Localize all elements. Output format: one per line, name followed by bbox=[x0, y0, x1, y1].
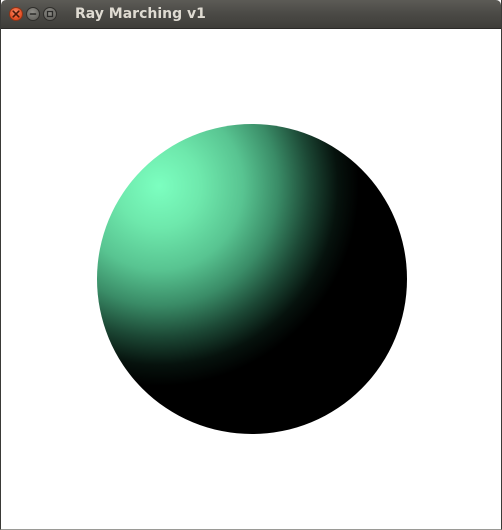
maximize-button[interactable] bbox=[43, 7, 57, 21]
app-window: Ray Marching v1 bbox=[0, 0, 502, 530]
window-title: Ray Marching v1 bbox=[75, 6, 206, 22]
close-icon bbox=[12, 10, 20, 18]
close-button[interactable] bbox=[9, 7, 23, 21]
render-canvas[interactable] bbox=[1, 29, 501, 529]
minimize-button[interactable] bbox=[26, 7, 40, 21]
minimize-icon bbox=[29, 10, 37, 18]
window-controls bbox=[9, 7, 57, 21]
maximize-icon bbox=[46, 10, 54, 18]
title-bar[interactable]: Ray Marching v1 bbox=[1, 0, 501, 29]
rendered-sphere bbox=[97, 124, 407, 434]
